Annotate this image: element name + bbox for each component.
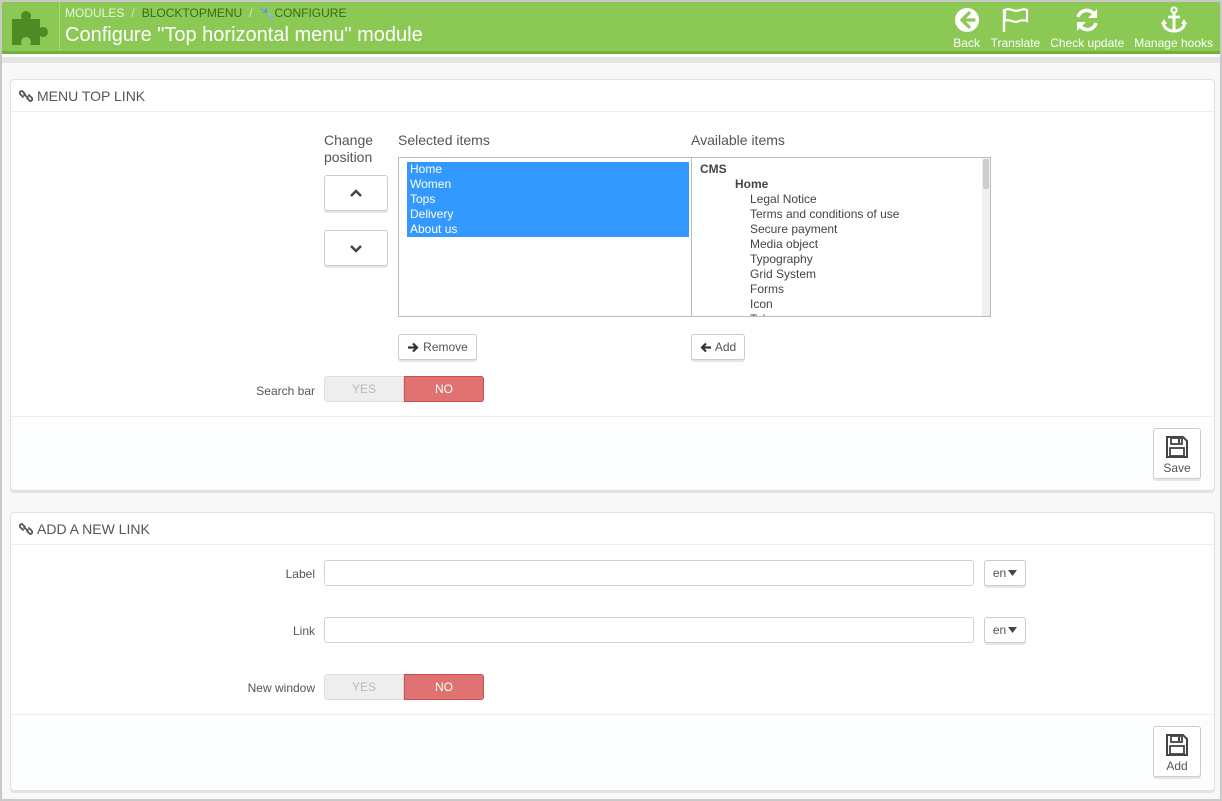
search-bar-switch[interactable]: YES NO <box>324 376 484 402</box>
arrow-right-icon <box>408 342 419 352</box>
new-window-yes[interactable]: YES <box>324 674 404 700</box>
panel-footer: Save <box>11 416 1214 490</box>
add-item-button[interactable]: Add <box>691 334 745 360</box>
new-window-no[interactable]: NO <box>404 674 484 700</box>
page-header: MODULES / BLOCKTOPMENU / 🔧CONFIGURE Configur… <box>2 2 1220 54</box>
selected-list-item[interactable]: Women <box>407 177 689 192</box>
label-field-label: Label <box>285 567 315 581</box>
menu-top-link-panel: MENU TOP LINK Change position Selected i… <box>10 79 1215 491</box>
selected-items-label: Selected items <box>398 132 490 148</box>
anchor-icon <box>1160 6 1187 33</box>
available-list-item[interactable]: Legal Notice <box>700 192 990 207</box>
link-field-label: Link <box>292 624 315 638</box>
add-new-link-panel: ADD A NEW LINK Label en Link en New wind… <box>10 512 1215 791</box>
breadcrumb-blocktopmenu[interactable]: BLOCKTOPMENU <box>142 6 242 20</box>
available-list-item[interactable]: Typography <box>700 252 990 267</box>
translate-button[interactable]: Translate <box>986 5 1046 50</box>
link-icon <box>19 89 33 102</box>
puzzle-icon <box>12 11 48 45</box>
panel-title: ADD A NEW LINK <box>37 520 150 537</box>
refresh-icon <box>1076 8 1098 32</box>
add-link-button[interactable]: Add <box>1153 726 1201 777</box>
link-icon <box>19 522 33 535</box>
add-item-label: Add <box>714 340 737 354</box>
page-title: Configure "Top horizontal menu" module <box>65 24 423 46</box>
available-list-item[interactable]: Terms and conditions of use <box>700 207 990 222</box>
selected-list-item[interactable]: About us <box>407 222 689 237</box>
back-circle-arrow-icon <box>954 8 979 32</box>
link-language-button[interactable]: en <box>984 617 1026 643</box>
move-down-button[interactable] <box>324 230 388 266</box>
back-label: Back <box>953 36 980 50</box>
breadcrumb-configure: CONFIGURE <box>274 6 347 20</box>
search-bar-label: Search bar <box>256 384 315 398</box>
selected-list-item[interactable]: Tops <box>407 192 689 207</box>
available-list-item[interactable]: Icon <box>700 297 990 312</box>
available-items-list[interactable]: CMS Home Legal Notice Terms and conditions … <box>691 157 991 317</box>
panel-footer: Add <box>11 714 1214 790</box>
link-input[interactable] <box>324 617 974 643</box>
available-list-item[interactable]: Home <box>700 177 990 192</box>
new-window-switch[interactable]: YES NO <box>324 674 484 700</box>
available-list-item[interactable]: Forms <box>700 282 990 297</box>
available-list-item[interactable]: Secure payment <box>700 222 990 237</box>
translate-label: Translate <box>990 36 1041 50</box>
available-list-item[interactable]: Tabs <box>700 312 990 316</box>
arrow-left-icon <box>700 342 711 352</box>
search-bar-yes[interactable]: YES <box>324 376 404 402</box>
back-button[interactable]: Back <box>948 5 986 50</box>
selected-items-list[interactable]: Home Women Tops Delivery About us <box>398 157 692 317</box>
chevron-down-icon <box>350 244 362 253</box>
panel-title: MENU TOP LINK <box>37 87 146 104</box>
breadcrumb-modules[interactable]: MODULES <box>65 6 124 20</box>
check-update-label: Check update <box>1050 36 1125 50</box>
panel-heading: ADD A NEW LINK <box>11 513 1214 545</box>
wrench-icon: 🔧 <box>259 6 275 20</box>
available-list-item[interactable]: Grid System <box>700 267 990 282</box>
remove-button[interactable]: Remove <box>398 334 477 360</box>
module-logo <box>2 2 60 51</box>
check-update-button[interactable]: Check update <box>1045 5 1129 50</box>
manage-hooks-label: Manage hooks <box>1134 36 1213 50</box>
label-input[interactable] <box>324 560 974 586</box>
label-language-value: en <box>992 566 1007 580</box>
link-language-value: en <box>992 623 1007 637</box>
toolbar: Back Translate Check update Manage hooks <box>948 5 1218 50</box>
save-label: Save <box>1163 461 1191 475</box>
available-items-label: Available items <box>691 132 785 148</box>
manage-hooks-button[interactable]: Manage hooks <box>1129 5 1218 50</box>
floppy-disk-icon <box>1166 436 1188 458</box>
breadcrumb: MODULES / BLOCKTOPMENU / 🔧CONFIGURE <box>65 6 347 20</box>
caret-down-icon <box>1008 627 1018 633</box>
floppy-disk-icon <box>1166 734 1188 756</box>
selected-list-item[interactable]: Home <box>407 162 689 177</box>
new-window-label: New window <box>247 681 315 695</box>
add-link-label: Add <box>1166 759 1188 773</box>
flag-icon <box>1003 8 1029 32</box>
available-list-item[interactable]: CMS <box>700 162 990 177</box>
content-area: MENU TOP LINK Change position Selected i… <box>2 57 1220 799</box>
chevron-up-icon <box>350 188 362 197</box>
save-button[interactable]: Save <box>1153 428 1201 479</box>
selected-list-item[interactable]: Delivery <box>407 207 689 222</box>
move-up-button[interactable] <box>324 175 388 211</box>
search-bar-no[interactable]: NO <box>404 376 484 402</box>
available-list-scrollbar[interactable] <box>982 158 990 316</box>
available-list-item[interactable]: Media object <box>700 237 990 252</box>
label-language-button[interactable]: en <box>984 560 1026 586</box>
panel-heading: MENU TOP LINK <box>11 80 1214 112</box>
remove-label: Remove <box>423 340 468 354</box>
change-position-label: Change position <box>324 132 374 165</box>
caret-down-icon <box>1008 570 1018 576</box>
